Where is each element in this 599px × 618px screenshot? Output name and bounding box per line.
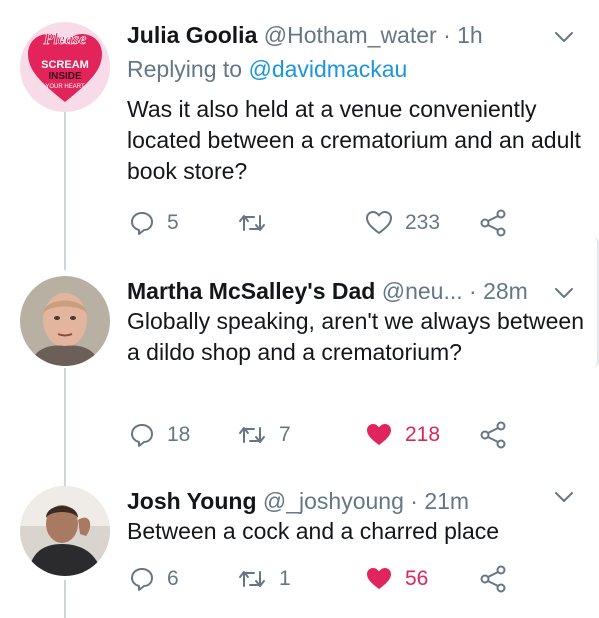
like-icon — [366, 211, 392, 234]
tweet-header: Julia Goolia @Hotham_water · 1h — [127, 20, 483, 50]
timestamp[interactable]: 21m — [424, 488, 469, 514]
retweet-button[interactable]: 1 — [237, 564, 291, 594]
reply-button[interactable]: 18 — [129, 420, 190, 450]
display-name[interactable]: Julia Goolia — [127, 22, 257, 48]
avatar-text-low: INSIDE — [48, 71, 82, 82]
username[interactable]: @neu... — [382, 278, 463, 304]
like-count: 56 — [405, 567, 429, 590]
reply-button[interactable]: 5 — [129, 208, 179, 238]
timestamp[interactable]: 1h — [457, 22, 483, 48]
reply-icon — [131, 424, 153, 447]
replying-to: Replying to @davidmackau — [127, 56, 407, 83]
like-button[interactable]: 56 — [365, 564, 428, 594]
tweet-text: Globally speaking, aren't we always betw… — [127, 308, 584, 365]
retweet-icon — [239, 215, 265, 231]
avatar-text-top: Please — [43, 31, 87, 48]
share-button[interactable] — [479, 564, 509, 594]
replying-to-link[interactable]: @davidmackau — [248, 56, 407, 82]
like-button[interactable]: 233 — [365, 208, 440, 238]
display-name[interactable]: Martha McSalley's Dad — [127, 278, 375, 304]
separator-dot: · — [443, 22, 451, 48]
action-bar: 6 1 56 — [127, 564, 567, 594]
like-count: 218 — [405, 423, 441, 446]
tweet-text: Was it also held at a venue conveniently… — [127, 96, 581, 184]
avatar[interactable]: Please SCREAM INSIDE YOUR HEART — [20, 22, 110, 112]
share-icon — [480, 209, 506, 237]
share-button[interactable] — [479, 208, 509, 238]
avatar-image: Please SCREAM INSIDE YOUR HEART — [20, 22, 110, 112]
separator-dot: · — [469, 278, 477, 304]
share-button[interactable] — [479, 420, 509, 450]
reply-count: 6 — [167, 567, 179, 590]
tweet[interactable]: Josh Young @_joshyoung · 21m Between a c… — [0, 480, 599, 618]
retweet-icon — [239, 427, 265, 443]
tweet-header: Martha McSalley's Dad @neu... · 28m — [127, 276, 528, 306]
like-icon — [367, 568, 391, 589]
action-bar: 5 233 — [127, 208, 567, 238]
like-count: 233 — [405, 211, 441, 234]
avatar-image — [20, 486, 110, 576]
reply-button[interactable]: 6 — [129, 564, 179, 594]
tweet[interactable]: Martha McSalley's Dad @neu... · 28m Glob… — [0, 270, 599, 470]
tweet[interactable]: Please SCREAM INSIDE YOUR HEART Julia Go… — [0, 20, 599, 250]
tweet-header: Josh Young @_joshyoung · 21m — [127, 486, 469, 516]
retweet-button[interactable] — [237, 208, 279, 238]
like-button[interactable]: 218 — [365, 420, 440, 450]
username[interactable]: @Hotham_water — [264, 22, 437, 48]
timestamp[interactable]: 28m — [483, 278, 528, 304]
action-bar: 18 7 218 — [127, 420, 567, 450]
reply-count: 18 — [167, 423, 191, 446]
avatar[interactable] — [20, 276, 110, 366]
share-icon — [480, 565, 506, 593]
avatar-image — [20, 276, 110, 366]
replying-to-label: Replying to — [127, 56, 243, 82]
avatar[interactable] — [20, 486, 110, 576]
chevron-down-icon[interactable] — [553, 282, 575, 304]
retweet-count: 7 — [279, 423, 291, 446]
avatar-text-bottom: YOUR HEART — [45, 84, 85, 90]
reply-icon — [131, 568, 153, 591]
retweet-button[interactable]: 7 — [237, 420, 291, 450]
chevron-down-icon[interactable] — [553, 26, 575, 48]
retweet-count: 1 — [279, 567, 291, 590]
reply-icon — [131, 212, 153, 235]
share-icon — [480, 421, 506, 449]
tweet-text: Between a cock and a charred place — [127, 518, 500, 544]
avatar-text-mid: SCREAM — [41, 59, 89, 71]
chevron-down-icon[interactable] — [553, 486, 575, 508]
reply-count: 5 — [167, 211, 179, 234]
separator-dot: · — [410, 488, 418, 514]
display-name[interactable]: Josh Young — [127, 488, 257, 514]
username[interactable]: @_joshyoung — [263, 488, 404, 514]
like-icon — [367, 424, 391, 445]
retweet-icon — [239, 571, 265, 587]
